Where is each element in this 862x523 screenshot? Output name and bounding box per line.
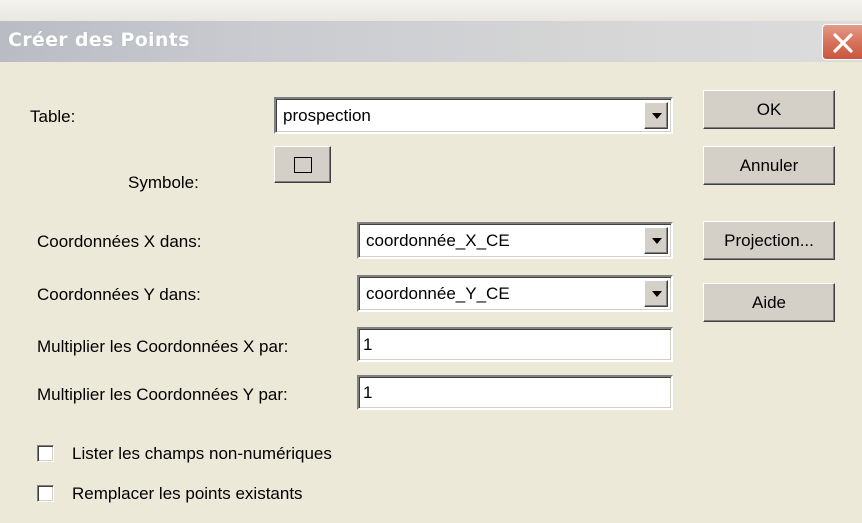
cancel-button-label: Annuler (739, 155, 799, 175)
close-button[interactable] (822, 24, 862, 60)
multiply-x-input-value: 1 (363, 334, 373, 354)
table-select-value: prospection (283, 105, 371, 125)
replace-points-checkbox[interactable] (37, 485, 54, 502)
table-label: Table: (30, 107, 76, 126)
title-bar-top-strip (0, 0, 862, 21)
square-symbol-icon (293, 156, 312, 173)
title-bar[interactable]: Créer des Points (0, 0, 862, 62)
multiply-y-input-value: 1 (363, 382, 373, 402)
dropdown-arrow-icon (652, 290, 662, 297)
help-button[interactable]: Aide (703, 283, 835, 322)
replace-points-label[interactable]: Remplacer les points existants (72, 484, 303, 504)
close-icon (833, 33, 853, 53)
y-coordinate-label: Coordonnées Y dans: (37, 285, 201, 304)
list-nonnumeric-checkbox[interactable] (37, 445, 54, 462)
table-dropdown-button[interactable] (644, 102, 668, 129)
dropdown-arrow-icon (652, 112, 662, 119)
y-coordinate-select-value: coordonnée_Y_CE (366, 283, 510, 303)
projection-button-label: Projection... (724, 230, 814, 250)
y-coordinate-select[interactable]: coordonnée_Y_CE (357, 275, 673, 312)
dropdown-arrow-icon (652, 237, 662, 244)
list-nonnumeric-label[interactable]: Lister les champs non-numériques (72, 444, 332, 464)
window-title: Créer des Points (8, 29, 190, 51)
y-coordinate-dropdown-button[interactable] (644, 280, 668, 307)
symbol-button[interactable] (274, 146, 331, 183)
x-coordinate-select-value: coordonnée_X_CE (366, 230, 510, 250)
cancel-button[interactable]: Annuler (703, 146, 835, 185)
symbol-label: Symbole: (128, 173, 199, 192)
help-button-label: Aide (751, 292, 787, 312)
multiply-y-label: Multiplier les Coordonnées Y par: (37, 385, 288, 404)
x-coordinate-label: Coordonnées X dans: (37, 232, 202, 251)
x-coordinate-dropdown-button[interactable] (644, 227, 668, 254)
multiply-x-label: Multiplier les Coordonnées X par: (37, 337, 289, 356)
multiply-x-input[interactable]: 1 (357, 327, 673, 362)
projection-button[interactable]: Projection... (703, 221, 835, 260)
x-coordinate-select[interactable]: coordonnée_X_CE (357, 222, 673, 259)
ok-button[interactable]: OK (703, 90, 835, 129)
ok-button-label: OK (756, 99, 782, 119)
table-select[interactable]: prospection (274, 97, 673, 134)
multiply-y-input[interactable]: 1 (357, 375, 673, 410)
